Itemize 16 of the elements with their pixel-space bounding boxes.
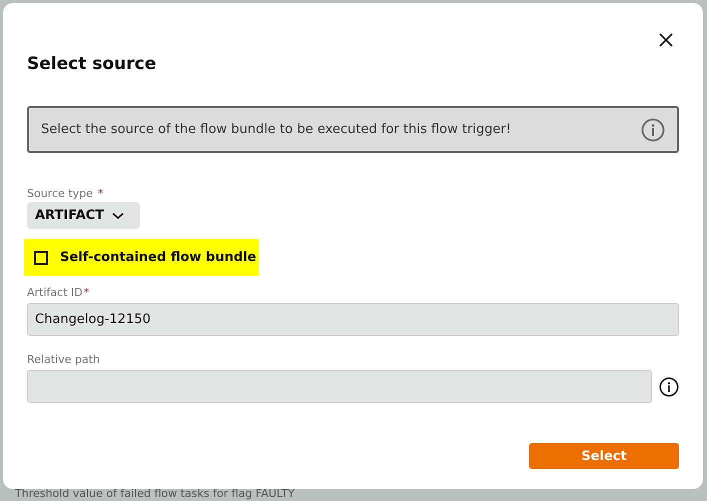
required-mark: *	[84, 286, 90, 299]
background-text: Threshold value of failed flow tasks for flag FAULTY	[15, 487, 295, 500]
source-type-dropdown[interactable]: ARTIFACT	[27, 202, 140, 229]
relative-path-field[interactable]	[27, 370, 652, 403]
artifact-id-field[interactable]: Changelog-12150	[27, 303, 679, 336]
close-button[interactable]	[657, 31, 675, 49]
field-label: Source type	[27, 187, 93, 200]
required-mark: *	[98, 187, 104, 200]
field-label: Artifact ID	[27, 286, 83, 299]
dialog-title: Select source	[27, 54, 158, 74]
info-icon	[659, 376, 679, 396]
self-contained-checkbox[interactable]: Self-contained flow bundle	[24, 239, 259, 276]
info-icon	[641, 118, 665, 142]
info-message: Select the source of the flow bundle to be executed for this flow trigger!	[41, 122, 512, 137]
field-label: Relative path	[27, 353, 100, 366]
caret-icon	[112, 212, 124, 220]
